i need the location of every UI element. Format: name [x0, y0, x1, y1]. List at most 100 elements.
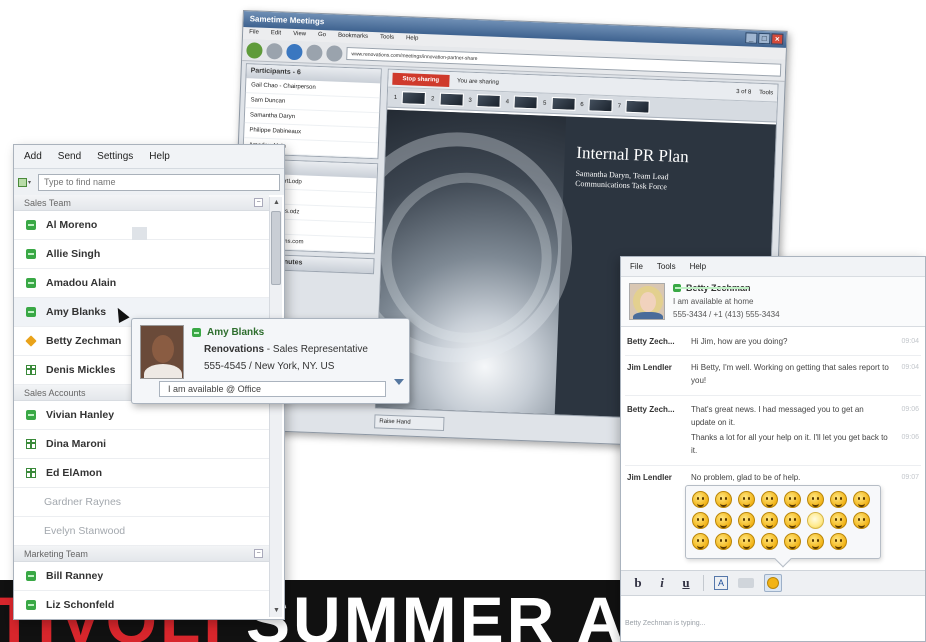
emoticon-icon[interactable]: [761, 533, 778, 550]
font-icon[interactable]: A: [714, 576, 728, 590]
slide-thumbnail[interactable]: [401, 91, 427, 106]
scroll-up-icon[interactable]: ▲: [270, 197, 283, 209]
emoticon-icon[interactable]: [830, 512, 847, 529]
emoticon-icon[interactable]: [784, 491, 801, 508]
contact-row[interactable]: Allie Singh: [14, 240, 269, 269]
emoticon-icon[interactable]: [715, 491, 732, 508]
screen-capture-icon[interactable]: [738, 578, 754, 588]
available-status-icon: [26, 220, 36, 230]
minimize-icon[interactable]: _: [745, 32, 758, 44]
emoticon-icon[interactable]: [738, 512, 755, 529]
menu-tools[interactable]: Tools: [380, 34, 394, 43]
contact-row[interactable]: Dina Maroni: [14, 430, 269, 459]
contact-row[interactable]: Bill Ranney: [14, 562, 269, 591]
scroll-thumb[interactable]: [271, 211, 281, 285]
collapse-icon[interactable]: −: [254, 198, 263, 207]
meeting-status-icon: [26, 439, 36, 449]
search-input[interactable]: [38, 173, 280, 191]
slide-thumbnail[interactable]: [588, 98, 613, 113]
emoticon-icon[interactable]: [807, 491, 824, 508]
raise-hand-button[interactable]: Raise Hand: [374, 414, 445, 432]
contact-row[interactable]: Ed ElAmon: [14, 459, 269, 488]
emoticon-icon[interactable]: [830, 491, 847, 508]
menu-go[interactable]: Go: [318, 32, 326, 40]
message-input[interactable]: Betty Zechman is typing...: [621, 597, 925, 629]
emoticon-icon[interactable]: [692, 512, 709, 529]
italic-button[interactable]: i: [655, 575, 669, 591]
emoticon-icon[interactable]: [692, 533, 709, 550]
menu-file[interactable]: File: [630, 262, 643, 271]
emoticon-icon[interactable]: [784, 512, 801, 529]
contact-row[interactable]: Gardner Raynes: [14, 488, 269, 517]
menu-send[interactable]: Send: [58, 151, 81, 162]
emoticon-button[interactable]: [764, 574, 782, 592]
contact-row[interactable]: Evelyn Stanwood: [14, 517, 269, 546]
menu-settings[interactable]: Settings: [97, 151, 133, 162]
emoticon-icon[interactable]: [715, 512, 732, 529]
stop-icon[interactable]: [306, 43, 323, 61]
status-filter-icon[interactable]: ▾: [18, 176, 34, 188]
chevron-down-icon[interactable]: [394, 379, 404, 385]
contact-name: Gardner Raynes: [44, 496, 122, 508]
chat-window: File Tools Help Betty Zechman I am avail…: [620, 256, 926, 642]
menu-file[interactable]: File: [249, 29, 259, 37]
emoticon-icon[interactable]: [784, 533, 801, 550]
meetings-title: Sametime Meetings: [249, 14, 325, 27]
slide-thumbnail[interactable]: [551, 96, 576, 111]
emoticon-icon[interactable]: [853, 491, 870, 508]
contacts-scrollbar[interactable]: ▲ ▼: [269, 197, 282, 617]
message-time: 09:06: [901, 434, 919, 441]
menu-tools[interactable]: Tools: [657, 262, 676, 271]
message-text: No problem, glad to be of help.: [691, 473, 801, 482]
contact-row[interactable]: Vivian Hanley: [14, 401, 269, 430]
emoticon-icon[interactable]: [807, 533, 824, 550]
emoticon-icon[interactable]: [715, 533, 732, 550]
available-status-icon: [26, 307, 36, 317]
slide-thumbnail[interactable]: [625, 99, 651, 114]
menu-bookmarks[interactable]: Bookmarks: [338, 33, 368, 42]
scroll-down-icon[interactable]: ▼: [270, 605, 283, 617]
stop-sharing-button[interactable]: Stop sharing: [392, 72, 450, 87]
lightbulb-icon[interactable]: [807, 512, 824, 529]
slide-thumbnail[interactable]: [476, 94, 501, 108]
menu-help[interactable]: Help: [149, 151, 170, 162]
forward-icon[interactable]: [266, 42, 283, 60]
emoticon-icon[interactable]: [738, 533, 755, 550]
bold-button[interactable]: b: [631, 575, 645, 591]
contact-row[interactable]: Amadou Alain: [14, 269, 269, 298]
group-header[interactable]: Marketing Team −: [14, 546, 269, 562]
slide-thumbnail[interactable]: [439, 92, 464, 107]
emoticon-icon[interactable]: [738, 491, 755, 508]
contact-row[interactable]: Liz Schonfeld: [14, 591, 269, 619]
menu-help[interactable]: Help: [690, 262, 706, 271]
group-header[interactable]: Sales Team −: [14, 195, 269, 211]
slide-subtitle: Samantha Daryn, Team Lead Communications…: [575, 169, 669, 193]
tools-menu[interactable]: Tools: [759, 89, 773, 96]
menu-view[interactable]: View: [293, 31, 306, 39]
menu-edit[interactable]: Edit: [271, 30, 282, 38]
emoticon-icon[interactable]: [761, 512, 778, 529]
message-sender: Jim Lendler: [627, 473, 672, 482]
collapse-icon[interactable]: −: [254, 549, 263, 558]
slide-thumbnail[interactable]: [513, 95, 539, 110]
message-time: 09:04: [901, 364, 919, 371]
emoticon-icon[interactable]: [830, 533, 847, 550]
underline-button[interactable]: u: [679, 575, 693, 591]
partner-phone: 555-3434 / +1 (413) 555-3434: [673, 310, 780, 319]
group-name: Sales Team: [24, 198, 71, 208]
maximize-icon[interactable]: □: [758, 32, 771, 45]
close-icon[interactable]: ×: [771, 33, 784, 45]
emoticon-icon[interactable]: [853, 512, 870, 529]
menu-help[interactable]: Help: [406, 35, 419, 43]
emoticon-icon[interactable]: [692, 491, 709, 508]
thumb-number: 1: [393, 94, 398, 101]
message-sender: Jim Lendler: [627, 363, 672, 372]
home-icon[interactable]: [326, 44, 343, 62]
reload-icon[interactable]: [286, 43, 303, 60]
contact-photo-shirt: [144, 364, 182, 378]
thumb-number: 2: [430, 95, 435, 102]
menu-add[interactable]: Add: [24, 151, 42, 162]
thumb-number: 4: [505, 98, 510, 105]
back-icon[interactable]: [246, 41, 263, 59]
emoticon-icon[interactable]: [761, 491, 778, 508]
